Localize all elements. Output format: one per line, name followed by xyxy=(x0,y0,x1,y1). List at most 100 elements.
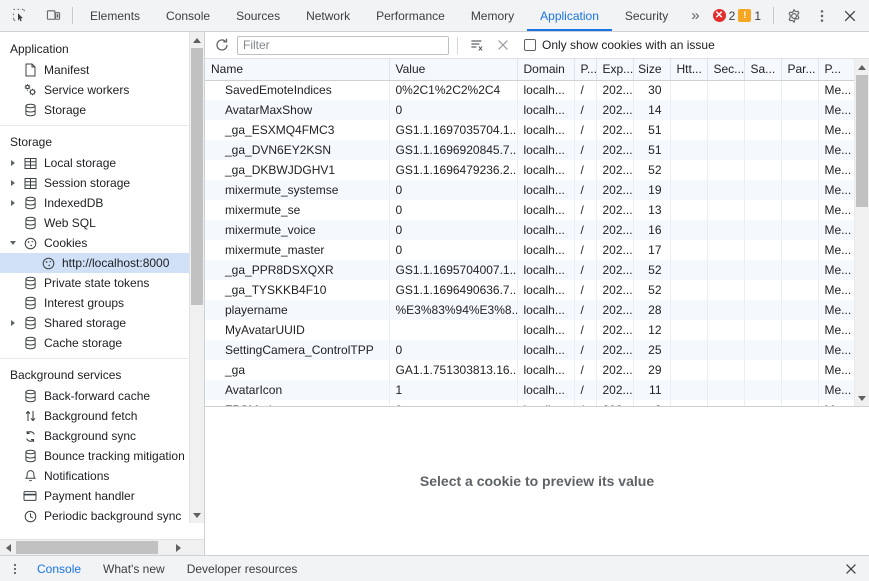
sidebar-item-periodic-background-sync[interactable]: Periodic background sync xyxy=(0,506,204,526)
drawer-tab-whats-new[interactable]: What's new xyxy=(92,556,176,581)
clear-filtered-cookies-icon[interactable]: x xyxy=(466,35,488,56)
sidebar-item-background-sync[interactable]: Background sync xyxy=(0,426,204,446)
table-row[interactable]: FPSMode0localh.../202...8Me... xyxy=(205,400,854,406)
cell-priority: Me... xyxy=(818,340,854,360)
sidebar-vertical-scrollbar[interactable] xyxy=(189,32,204,523)
sidebar-item-back-forward-cache[interactable]: Back-forward cache xyxy=(0,386,204,406)
chevron-right-icon[interactable] xyxy=(11,320,15,326)
sidebar-item-label: Shared storage xyxy=(44,316,126,330)
drawer-tab-console[interactable]: Console xyxy=(26,556,92,581)
gear-icon[interactable] xyxy=(781,4,807,28)
column-header-value[interactable]: Value xyxy=(389,59,517,80)
drawer-toolbar: Console What's new Developer resources xyxy=(0,555,869,581)
table-row[interactable]: mixermute_master0localh.../202...17Me... xyxy=(205,240,854,260)
scroll-down-arrow-icon[interactable] xyxy=(190,507,204,523)
scroll-right-arrow-icon[interactable] xyxy=(170,540,186,555)
tab-performance[interactable]: Performance xyxy=(363,0,458,31)
table-row[interactable]: MyAvatarUUIDlocalh.../202...12Me... xyxy=(205,320,854,340)
table-row[interactable]: AvatarMaxShow0localh.../202...14Me... xyxy=(205,100,854,120)
only-issues-checkbox-wrapper[interactable]: Only show cookies with an issue xyxy=(524,38,715,52)
sidebar-item-background-fetch[interactable]: Background fetch xyxy=(0,406,204,426)
table-vertical-scrollbar[interactable] xyxy=(854,59,869,406)
chevron-right-icon[interactable] xyxy=(11,200,15,206)
table-row[interactable]: SettingCamera_ControlTPP0localh.../202..… xyxy=(205,340,854,360)
sidebar-item-indexeddb[interactable]: IndexedDB xyxy=(0,193,204,213)
sidebar-item-interest-groups[interactable]: Interest groups xyxy=(0,293,204,313)
column-header-path[interactable]: P... xyxy=(574,59,596,80)
tab-elements[interactable]: Elements xyxy=(77,0,153,31)
sidebar-hscroll-thumb[interactable] xyxy=(16,541,158,554)
sidebar-item-session-storage[interactable]: Session storage xyxy=(0,173,204,193)
tab-network[interactable]: Network xyxy=(293,0,363,31)
table-row[interactable]: mixermute_voice0localh.../202...16Me... xyxy=(205,220,854,240)
column-header-name[interactable]: Name xyxy=(205,59,389,80)
kebab-menu-icon[interactable] xyxy=(809,4,835,28)
table-row[interactable]: playername%E3%83%94%E3%8...localh.../202… xyxy=(205,300,854,320)
chevron-right-icon[interactable] xyxy=(11,180,15,186)
table-row[interactable]: AvatarIcon1localh.../202...11Me... xyxy=(205,380,854,400)
inspect-element-icon[interactable] xyxy=(6,4,32,28)
cell-path: / xyxy=(574,200,596,220)
tab-console[interactable]: Console xyxy=(153,0,223,31)
column-header-partition[interactable]: Par... xyxy=(781,59,818,80)
column-header-size[interactable]: Size xyxy=(633,59,670,80)
more-tabs-icon[interactable]: » xyxy=(681,0,707,31)
table-row[interactable]: _ga_TYSKKB4F10GS1.1.1696490636.7...local… xyxy=(205,280,854,300)
table-scroll-down-arrow-icon[interactable] xyxy=(855,390,869,406)
only-issues-checkbox[interactable] xyxy=(524,39,536,51)
table-scroll-thumb[interactable] xyxy=(856,75,868,207)
column-header-httponly[interactable]: Htt... xyxy=(670,59,707,80)
clear-all-cookies-icon[interactable] xyxy=(492,35,514,56)
table-scroll-up-arrow-icon[interactable] xyxy=(855,59,869,75)
drawer-kebab-menu-icon[interactable] xyxy=(4,558,26,580)
sidebar-item-storage[interactable]: Storage xyxy=(0,100,204,120)
chevron-down-icon[interactable] xyxy=(10,241,16,245)
scroll-up-arrow-icon[interactable] xyxy=(190,32,204,48)
column-header-secure[interactable]: Sec... xyxy=(707,59,744,80)
sidebar-item-notifications[interactable]: Notifications xyxy=(0,466,204,486)
table-row[interactable]: mixermute_se0localh.../202...13Me... xyxy=(205,200,854,220)
more-tabs-label: » xyxy=(691,7,699,24)
sidebar-item-payment-handler[interactable]: Payment handler xyxy=(0,486,204,506)
sidebar-item-manifest[interactable]: Manifest xyxy=(0,60,204,80)
table-row[interactable]: _ga_DVN6EY2KSNGS1.1.1696920845.7...local… xyxy=(205,140,854,160)
table-row[interactable]: _ga_ESXMQ4FMC3GS1.1.1697035704.1....loca… xyxy=(205,120,854,140)
sidebar-item-service-workers[interactable]: Service workers xyxy=(0,80,204,100)
sidebar-item-cache-storage[interactable]: Cache storage xyxy=(0,333,204,353)
drawer-close-icon[interactable] xyxy=(840,558,862,580)
sidebar-item-web-sql[interactable]: Web SQL xyxy=(0,213,204,233)
table-row[interactable]: _ga_PPR8DSXQXRGS1.1.1695704007.1...local… xyxy=(205,260,854,280)
device-toolbar-icon[interactable] xyxy=(40,4,66,28)
issues-badges[interactable]: ✕ 2 ! 1 xyxy=(708,4,766,28)
cell-secure xyxy=(707,200,744,220)
table-row[interactable]: SavedEmoteIndices0%2C1%2C2%2C4localh.../… xyxy=(205,80,854,100)
sidebar-horizontal-scrollbar[interactable] xyxy=(0,539,204,555)
tab-sources[interactable]: Sources xyxy=(223,0,293,31)
tab-memory[interactable]: Memory xyxy=(458,0,527,31)
sidebar-item-shared-storage[interactable]: Shared storage xyxy=(0,313,204,333)
sidebar-item-private-state-tokens[interactable]: Private state tokens xyxy=(0,273,204,293)
sidebar-item-bounce-tracking-mitigation[interactable]: Bounce tracking mitigation xyxy=(0,446,204,466)
column-header-domain[interactable]: Domain xyxy=(517,59,574,80)
table-row[interactable]: _ga_DKBWJDGHV1GS1.1.1696479236.2...local… xyxy=(205,160,854,180)
cell-value: 0 xyxy=(389,340,517,360)
tab-application[interactable]: Application xyxy=(527,0,612,31)
table-row[interactable]: mixermute_systemse0localh.../202...19Me.… xyxy=(205,180,854,200)
tab-security[interactable]: Security xyxy=(612,0,681,31)
filter-input[interactable] xyxy=(237,36,449,55)
sidebar-item-cookie-origin[interactable]: http://localhost:8000 xyxy=(0,253,204,273)
column-header-expires[interactable]: Exp... xyxy=(596,59,633,80)
close-icon[interactable] xyxy=(837,4,863,28)
column-header-samesite[interactable]: Sa... xyxy=(744,59,781,80)
cell-size: 28 xyxy=(633,300,670,320)
drawer-tab-developer-resources[interactable]: Developer resources xyxy=(176,556,309,581)
sidebar-item-cookies[interactable]: Cookies xyxy=(0,233,204,253)
sidebar-scroll-thumb[interactable] xyxy=(191,48,203,305)
cell-value xyxy=(389,320,517,340)
scroll-left-arrow-icon[interactable] xyxy=(0,540,16,555)
sidebar-item-local-storage[interactable]: Local storage xyxy=(0,153,204,173)
chevron-right-icon[interactable] xyxy=(11,160,15,166)
column-header-priority[interactable]: P... xyxy=(818,59,854,80)
table-row[interactable]: _gaGA1.1.751303813.16...localh.../202...… xyxy=(205,360,854,380)
refresh-icon[interactable] xyxy=(211,35,233,56)
